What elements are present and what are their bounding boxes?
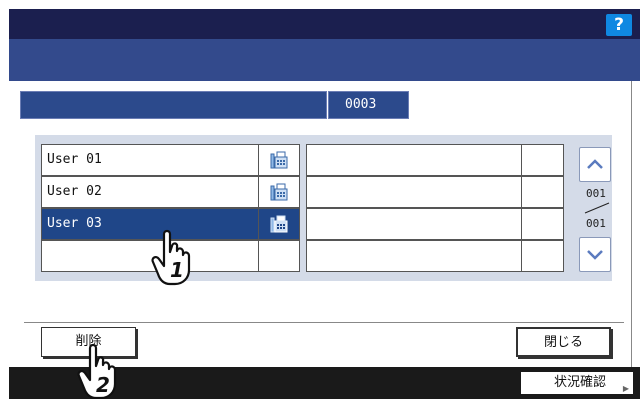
cell-divider — [521, 177, 522, 207]
row-icon-cell — [259, 209, 299, 239]
chevron-up-icon — [587, 159, 603, 169]
right-table-row[interactable] — [306, 208, 564, 240]
counter-display: 0003 — [328, 91, 409, 119]
scroll-up-button[interactable] — [579, 147, 611, 182]
cell-divider — [521, 241, 522, 271]
page-divider-line — [584, 202, 610, 214]
cell-divider — [521, 145, 522, 175]
fax-icon — [270, 183, 288, 201]
step-1-label: 1 — [170, 258, 184, 282]
right-table-row[interactable] — [306, 176, 564, 208]
table-row[interactable]: User 01 — [41, 144, 300, 176]
fax-icon — [270, 151, 288, 169]
page-current: 001 — [586, 187, 606, 200]
right-table-row[interactable] — [306, 240, 564, 272]
help-button[interactable]: ? — [606, 14, 632, 36]
info-bar — [20, 91, 327, 119]
row-name: User 02 — [42, 177, 259, 207]
step-2-label: 2 — [96, 373, 110, 397]
cell-divider — [521, 209, 522, 239]
table-row[interactable]: User 02 — [41, 176, 300, 208]
row-icon-cell — [259, 177, 299, 207]
row-icon-cell — [259, 145, 299, 175]
hand-pointer-icon: 2 — [77, 343, 117, 399]
chevron-down-icon — [587, 250, 603, 260]
right-table-row[interactable] — [306, 144, 564, 176]
fax-icon — [270, 215, 288, 233]
arrow-right-icon: ▶ — [622, 384, 629, 393]
title-bar — [9, 39, 640, 81]
row-name: User 01 — [42, 145, 259, 175]
status-check-button[interactable]: 状況確認 ▶ — [521, 372, 633, 394]
scroll-down-button[interactable] — [579, 237, 611, 272]
top-header-bar: ? — [9, 9, 640, 39]
page-total: 001 — [586, 217, 606, 230]
hand-pointer-icon: 1 — [151, 229, 191, 286]
close-button[interactable]: 閉じる — [516, 327, 611, 357]
divider — [24, 322, 624, 323]
